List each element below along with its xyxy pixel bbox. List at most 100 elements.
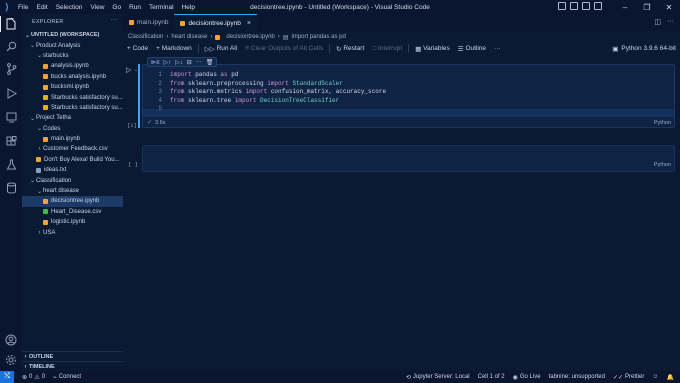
- run-by-line-icon[interactable]: ⊳≡: [151, 59, 160, 66]
- customize-layout-icon[interactable]: [594, 2, 602, 10]
- cell-indicator[interactable]: Cell 1 of 2: [474, 374, 509, 380]
- split-cell-icon[interactable]: ⊟: [187, 59, 192, 66]
- account-icon[interactable]: [3, 332, 19, 348]
- line-number: 5: [158, 105, 162, 112]
- code-token: import: [170, 71, 192, 78]
- timeline-section[interactable]: › TIMELINE: [22, 361, 123, 371]
- files-icon[interactable]: [0, 16, 22, 32]
- testing-icon[interactable]: [3, 156, 19, 172]
- search-icon[interactable]: [3, 38, 19, 54]
- tree-folder[interactable]: ⌄ Classification: [22, 175, 123, 185]
- more-actions-icon[interactable]: ···: [667, 18, 674, 26]
- tree-folder[interactable]: ⌄ Project Tetha: [22, 113, 123, 123]
- variables-button[interactable]: ▦ Variables: [411, 45, 454, 53]
- run-debug-icon[interactable]: [3, 85, 19, 101]
- menu-help[interactable]: Help: [178, 4, 199, 11]
- minimize-icon[interactable]: –: [614, 0, 636, 14]
- interrupt-button[interactable]: □ Interrupt: [368, 45, 406, 52]
- prettier-status[interactable]: ✓✓ Prettier: [609, 374, 648, 381]
- menu-run[interactable]: Run: [125, 4, 145, 11]
- menu-terminal[interactable]: Terminal: [145, 4, 178, 11]
- tree-folder[interactable]: ⌄ Product Analysis: [22, 40, 123, 50]
- code-cell[interactable]: [142, 145, 675, 172]
- cell-language[interactable]: Python: [654, 120, 671, 126]
- code-line[interactable]: 5: [146, 105, 386, 114]
- tab-main-ipynb[interactable]: main.ipynb: [123, 14, 174, 31]
- code-line[interactable]: 1 import pandas as pd: [146, 71, 386, 80]
- tabnine-status[interactable]: tabnine: unsupported: [545, 374, 609, 380]
- tree-folder[interactable]: › Customer Feedback.csv: [22, 144, 123, 154]
- clear-outputs-button[interactable]: ≡ Clear Outputs of All Cells: [241, 45, 327, 52]
- jupyter-server-status[interactable]: ⟲ Jupyter Server: Local: [402, 374, 474, 381]
- tree-file[interactable]: decisiontree.ipynb: [22, 196, 123, 207]
- breadcrumb-heart-disease[interactable]: heart disease: [171, 34, 207, 40]
- delete-icon[interactable]: 🗑: [206, 59, 214, 66]
- problems-indicator[interactable]: ⊗ 0 ⚠ 0: [18, 374, 49, 381]
- toggle-sidebar-icon[interactable]: [558, 2, 566, 10]
- tree-file[interactable]: logistic.ipynb: [22, 217, 123, 227]
- menu-file[interactable]: File: [14, 4, 32, 11]
- restart-button[interactable]: ↻ Restart: [332, 45, 368, 53]
- dataset-file-icon: [43, 95, 48, 101]
- notifications-icon[interactable]: 🔔: [663, 374, 678, 381]
- tree-file[interactable]: analysis.ipynb: [22, 61, 123, 71]
- menu-edit[interactable]: Edit: [32, 4, 51, 11]
- code-line[interactable]: 2 from sklearn.preprocessing import Stand…: [146, 80, 386, 89]
- more-actions-icon[interactable]: ···: [490, 45, 505, 52]
- tree-file[interactable]: main.ipynb: [22, 134, 123, 144]
- menu-go[interactable]: Go: [108, 4, 125, 11]
- toggle-panel-icon[interactable]: [570, 2, 578, 10]
- feedback-icon[interactable]: ☺: [648, 374, 662, 380]
- remote-icon[interactable]: ⤭: [0, 371, 14, 383]
- menu-view[interactable]: View: [86, 4, 108, 11]
- execute-below-icon[interactable]: ▷↓: [175, 59, 183, 66]
- database-icon[interactable]: [3, 180, 19, 196]
- breadcrumb-cell[interactable]: import pandas as pd: [291, 34, 345, 40]
- source-control-icon[interactable]: [3, 61, 19, 77]
- close-window-icon[interactable]: ✕: [658, 0, 680, 14]
- connect-button[interactable]: ⌁ Connect: [49, 374, 85, 381]
- tree-file[interactable]: Don't Buy Alexa! Build You...: [22, 155, 123, 165]
- execute-above-icon[interactable]: ▷↑: [164, 59, 172, 66]
- code-token: confusion_matrix, accuracy_score: [267, 88, 387, 95]
- tab-decisiontree-ipynb[interactable]: decisiontree.ipynb ×: [174, 14, 257, 31]
- run-cell-icon[interactable]: ▷: [126, 66, 131, 74]
- outline-section[interactable]: › OUTLINE: [22, 351, 123, 361]
- split-editor-icon[interactable]: ◫: [654, 18, 661, 26]
- tree-folder[interactable]: ⌄ Codes: [22, 124, 123, 134]
- run-all-button[interactable]: ▷▷ Run All: [201, 45, 241, 53]
- more-actions-icon[interactable]: ···: [111, 17, 117, 23]
- code-editor[interactable]: 1 import pandas as pd 2 from sklearn.prepro…: [146, 71, 386, 114]
- tree-file[interactable]: bucks analysis.ipynb: [22, 72, 123, 82]
- code-line[interactable]: 4 from sklearn.tree import DecisionTreeCl…: [146, 97, 386, 106]
- outline-button[interactable]: ☰ Outline: [454, 45, 490, 53]
- add-code-button[interactable]: + Code: [123, 45, 152, 52]
- restore-icon[interactable]: ❐: [636, 0, 658, 14]
- breadcrumb-file[interactable]: decisiontree.ipynb: [226, 34, 274, 40]
- tree-file[interactable]: ideas.txt: [22, 165, 123, 175]
- workspace-root[interactable]: ⌄ UNTITLED (WORKSPACE): [22, 30, 123, 40]
- chevron-down-icon[interactable]: ⌄: [134, 67, 138, 73]
- tree-file[interactable]: Starbucks satisfactory su...: [22, 103, 123, 113]
- tree-file[interactable]: Heart_Disease.csv: [22, 207, 123, 217]
- close-tab-icon[interactable]: ×: [247, 20, 251, 27]
- kernel-picker[interactable]: ▣ Python 3.9.6 64-bit: [612, 42, 676, 55]
- more-actions-icon[interactable]: ···: [196, 59, 202, 65]
- code-line[interactable]: 3 from sklearn.metrics import confusion_m…: [146, 88, 386, 97]
- remote-explorer-icon[interactable]: [3, 109, 19, 125]
- go-live-button[interactable]: ◉ Go Live: [509, 374, 545, 381]
- toggle-secondary-sidebar-icon[interactable]: [582, 2, 590, 10]
- settings-icon[interactable]: [3, 352, 19, 368]
- tree-folder[interactable]: ⌄ starbucks: [22, 51, 123, 61]
- tree-folder[interactable]: ⌄ heart disease: [22, 186, 123, 196]
- breadcrumb-classification[interactable]: Classification: [128, 34, 163, 40]
- tree-item-label: heart disease: [43, 188, 80, 195]
- add-markdown-button[interactable]: + Markdown: [152, 45, 196, 52]
- menu-selection[interactable]: Selection: [52, 4, 87, 11]
- tree-file[interactable]: bucksml.ipynb: [22, 82, 123, 92]
- cell-language[interactable]: Python: [654, 162, 671, 168]
- extensions-icon[interactable]: [3, 133, 19, 149]
- tree-item-label: main.ipynb: [51, 136, 81, 143]
- tree-folder[interactable]: › USA: [22, 227, 123, 237]
- tree-file[interactable]: Starbucks satisfactory su...: [22, 92, 123, 102]
